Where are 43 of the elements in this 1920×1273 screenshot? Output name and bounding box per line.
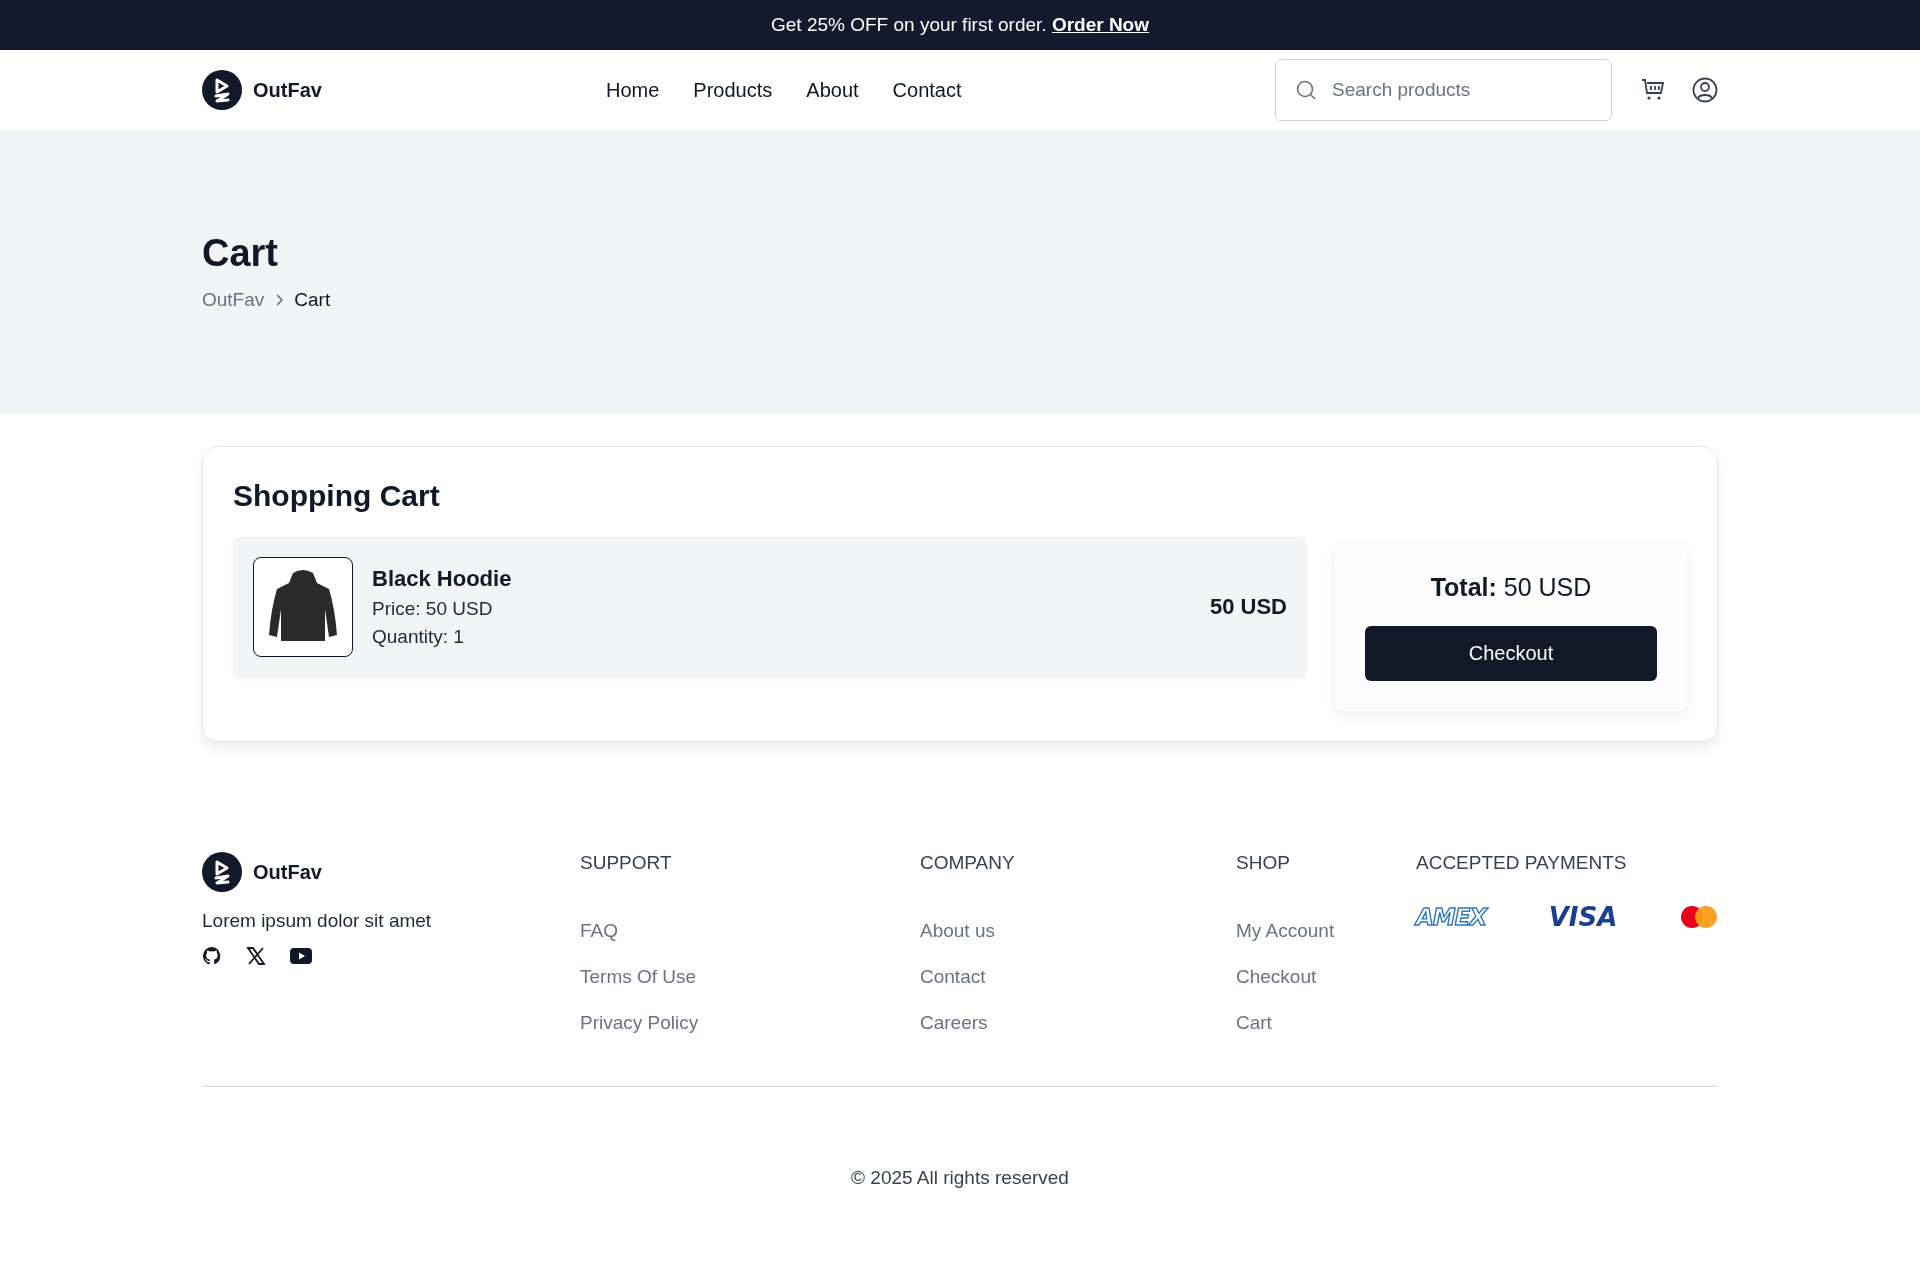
breadcrumb-current: Cart: [294, 289, 331, 311]
footer-link[interactable]: FAQ: [580, 920, 920, 942]
footer-heading: ACCEPTED PAYMENTS: [1416, 852, 1628, 874]
logo-icon[interactable]: [202, 70, 242, 110]
chevron-right-icon: [274, 293, 285, 307]
section-title: Shopping Cart: [233, 479, 441, 513]
footer-link[interactable]: Terms Of Use: [580, 966, 920, 988]
product-price: Price: 50 USD: [372, 598, 494, 620]
copyright-text: © 2025 All rights reserved: [850, 1166, 1070, 1189]
breadcrumb-link[interactable]: OutFav: [202, 289, 265, 311]
footer-link[interactable]: Privacy Policy: [580, 1012, 920, 1034]
footer-link[interactable]: Careers: [920, 1012, 1236, 1034]
footer-heading: SHOP: [1236, 852, 1291, 874]
footer-link[interactable]: Cart: [1236, 1012, 1416, 1034]
logo-icon[interactable]: [202, 852, 242, 892]
promo-text: Get 25% OFF on your first order. Order Now: [771, 14, 1149, 36]
nav-link[interactable]: Products: [693, 78, 773, 102]
search-field[interactable]: Search products: [1275, 59, 1612, 121]
order-total: Total: 50 USD: [1430, 573, 1592, 602]
user-icon[interactable]: [1692, 77, 1718, 103]
nav-link[interactable]: Contact: [892, 78, 962, 102]
footer-tagline: Lorem ipsum dolor sit amet: [202, 910, 433, 932]
github-icon[interactable]: [202, 946, 222, 966]
footer-heading: COMPANY: [920, 852, 1016, 874]
order-now-link[interactable]: Order Now: [1051, 14, 1149, 35]
brand-name: OutFav: [253, 860, 322, 884]
nav-link[interactable]: About: [806, 78, 859, 102]
product-name: Black Hoodie: [372, 566, 513, 592]
item-total: 50 USD: [1209, 594, 1287, 620]
brand-name: OutFav: [253, 78, 322, 102]
product-quantity: Quantity: 1: [372, 626, 465, 648]
checkout-button[interactable]: Checkout: [1365, 626, 1657, 681]
visa-logo: VISA: [1548, 902, 1618, 932]
footer-heading: SUPPORT: [580, 852, 673, 874]
x-logo-icon[interactable]: [246, 946, 266, 966]
footer-link[interactable]: About us: [920, 920, 1236, 942]
footer-link[interactable]: Checkout: [1236, 966, 1416, 988]
video-play-icon[interactable]: [290, 948, 312, 964]
footer-link[interactable]: Contact: [920, 966, 1236, 988]
nav-link[interactable]: Home: [606, 78, 660, 102]
search-icon: [1295, 79, 1317, 101]
page-title: Cart: [202, 232, 280, 275]
mastercard-icon: [1680, 905, 1718, 929]
